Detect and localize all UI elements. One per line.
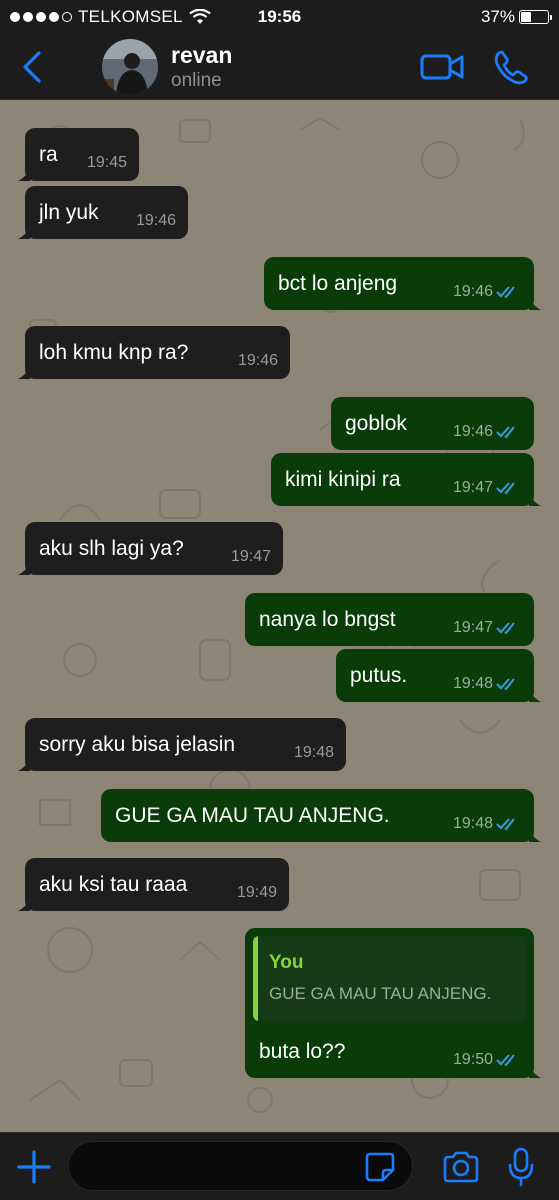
message-meta: 19:49	[237, 884, 277, 902]
bubble-tail	[18, 367, 30, 379]
message-text: loh kmu knp ra?	[39, 341, 189, 364]
message-time: 19:47	[230, 548, 271, 565]
message-input-bar	[0, 1132, 559, 1200]
quote-accent-bar	[253, 936, 258, 1021]
read-receipt-icon	[496, 818, 515, 831]
battery-icon	[519, 10, 552, 24]
message-meta: 19:48	[453, 675, 522, 693]
message-time: 19:46	[237, 352, 278, 369]
message-outgoing[interactable]: nanya lo bngst 19:47	[245, 593, 534, 646]
status-right: 37%	[480, 7, 552, 27]
message-text: buta lo??	[259, 1040, 346, 1063]
message-meta: 19:50	[453, 1051, 522, 1069]
read-receipt-icon	[496, 286, 515, 299]
message-incoming[interactable]: jln yuk 19:46	[18, 186, 188, 239]
message-input[interactable]	[68, 1141, 413, 1191]
message-incoming[interactable]: aku ksi tau raaa 19:49	[18, 858, 289, 911]
message-time: 19:46	[452, 423, 493, 440]
message-incoming[interactable]: aku slh lagi ya? 19:47	[18, 522, 283, 575]
bubble-tail	[529, 690, 541, 702]
read-receipt-icon	[496, 622, 515, 635]
bubble-tail	[18, 899, 30, 911]
microphone-icon[interactable]	[508, 1147, 534, 1187]
bubble-tail	[529, 298, 541, 310]
back-chevron-icon[interactable]	[18, 50, 48, 84]
message-time: 19:47	[452, 619, 493, 636]
message-meta: 19:46	[238, 352, 278, 370]
contact-status: online	[171, 70, 222, 91]
message-outgoing[interactable]: GUE GA MAU TAU ANJENG. 19:48	[101, 789, 541, 842]
message-text: goblok	[345, 412, 407, 435]
message-meta: 19:47	[453, 619, 522, 637]
message-meta: 19:48	[453, 815, 522, 833]
read-receipt-icon	[496, 1054, 515, 1067]
chat-area[interactable]: ra 19:45 jln yuk 19:46 bct lo anjeng 19:…	[0, 100, 559, 1132]
quote-author: You	[269, 952, 304, 973]
message-outgoing[interactable]: goblok 19:46	[331, 397, 534, 450]
status-time: 19:56	[257, 7, 302, 26]
camera-icon[interactable]	[442, 1151, 480, 1183]
message-meta: 19:46	[453, 283, 522, 301]
status-bar: TELKOMSEL 19:56 37%	[0, 0, 559, 34]
message-text: bct lo anjeng	[278, 272, 398, 295]
message-time: 19:48	[452, 675, 493, 692]
bubble-tail	[18, 227, 30, 239]
message-outgoing[interactable]: putus. 19:48	[336, 649, 541, 702]
message-meta: 19:46	[136, 212, 176, 230]
bubble-tail	[18, 169, 30, 181]
bubble-tail	[529, 1066, 541, 1078]
message-text: nanya lo bngst	[259, 608, 396, 631]
message-time: 19:50	[452, 1051, 493, 1068]
quoted-message[interactable]: You GUE GA MAU TAU ANJENG.	[253, 936, 526, 1021]
message-time: 19:46	[452, 283, 493, 300]
quote-text: GUE GA MAU TAU ANJENG.	[269, 984, 492, 1003]
bubble-tail	[529, 830, 541, 842]
message-text: jln yuk	[39, 201, 99, 224]
bubble-tail	[529, 494, 541, 506]
message-time: 19:47	[452, 479, 493, 496]
video-call-icon[interactable]	[420, 51, 464, 83]
read-receipt-icon	[496, 426, 515, 439]
message-time: 19:48	[452, 815, 493, 832]
message-meta: 19:46	[453, 423, 522, 441]
message-meta: 19:47	[231, 548, 271, 566]
plus-icon[interactable]	[16, 1149, 52, 1185]
phone-icon[interactable]	[493, 49, 529, 85]
message-incoming[interactable]: loh kmu knp ra? 19:46	[18, 326, 290, 379]
message-text: aku ksi tau raaa	[39, 873, 188, 896]
message-text: kimi kinipi ra	[285, 468, 401, 491]
battery-percent: 37%	[480, 7, 515, 26]
read-receipt-icon	[496, 678, 515, 691]
message-incoming[interactable]: ra 19:45	[18, 128, 139, 181]
contact-name[interactable]: revan	[171, 42, 232, 69]
message-time: 19:49	[236, 884, 277, 901]
message-time: 19:48	[293, 744, 334, 761]
message-text: ra	[39, 143, 58, 166]
message-time: 19:46	[135, 212, 176, 229]
sticker-icon[interactable]	[364, 1151, 396, 1183]
message-outgoing[interactable]: bct lo anjeng 19:46	[264, 257, 541, 310]
bubble-tail	[18, 563, 30, 575]
avatar[interactable]	[102, 39, 158, 95]
message-meta: 19:48	[294, 744, 334, 762]
message-text: putus.	[350, 664, 408, 687]
message-outgoing-reply[interactable]: You GUE GA MAU TAU ANJENG. buta lo?? 19:…	[245, 928, 541, 1078]
message-outgoing[interactable]: kimi kinipi ra 19:47	[271, 453, 541, 506]
message-text: sorry aku bisa jelasin	[39, 733, 236, 756]
message-text: GUE GA MAU TAU ANJENG.	[115, 804, 390, 827]
message-meta: 19:47	[453, 479, 522, 497]
message-meta: 19:45	[87, 154, 127, 172]
message-text: aku slh lagi ya?	[39, 537, 184, 560]
chat-header: revan online	[0, 34, 559, 100]
message-incoming[interactable]: sorry aku bisa jelasin 19:48	[18, 718, 346, 771]
message-time: 19:45	[86, 154, 127, 171]
bubble-tail	[18, 759, 30, 771]
read-receipt-icon	[496, 482, 515, 495]
